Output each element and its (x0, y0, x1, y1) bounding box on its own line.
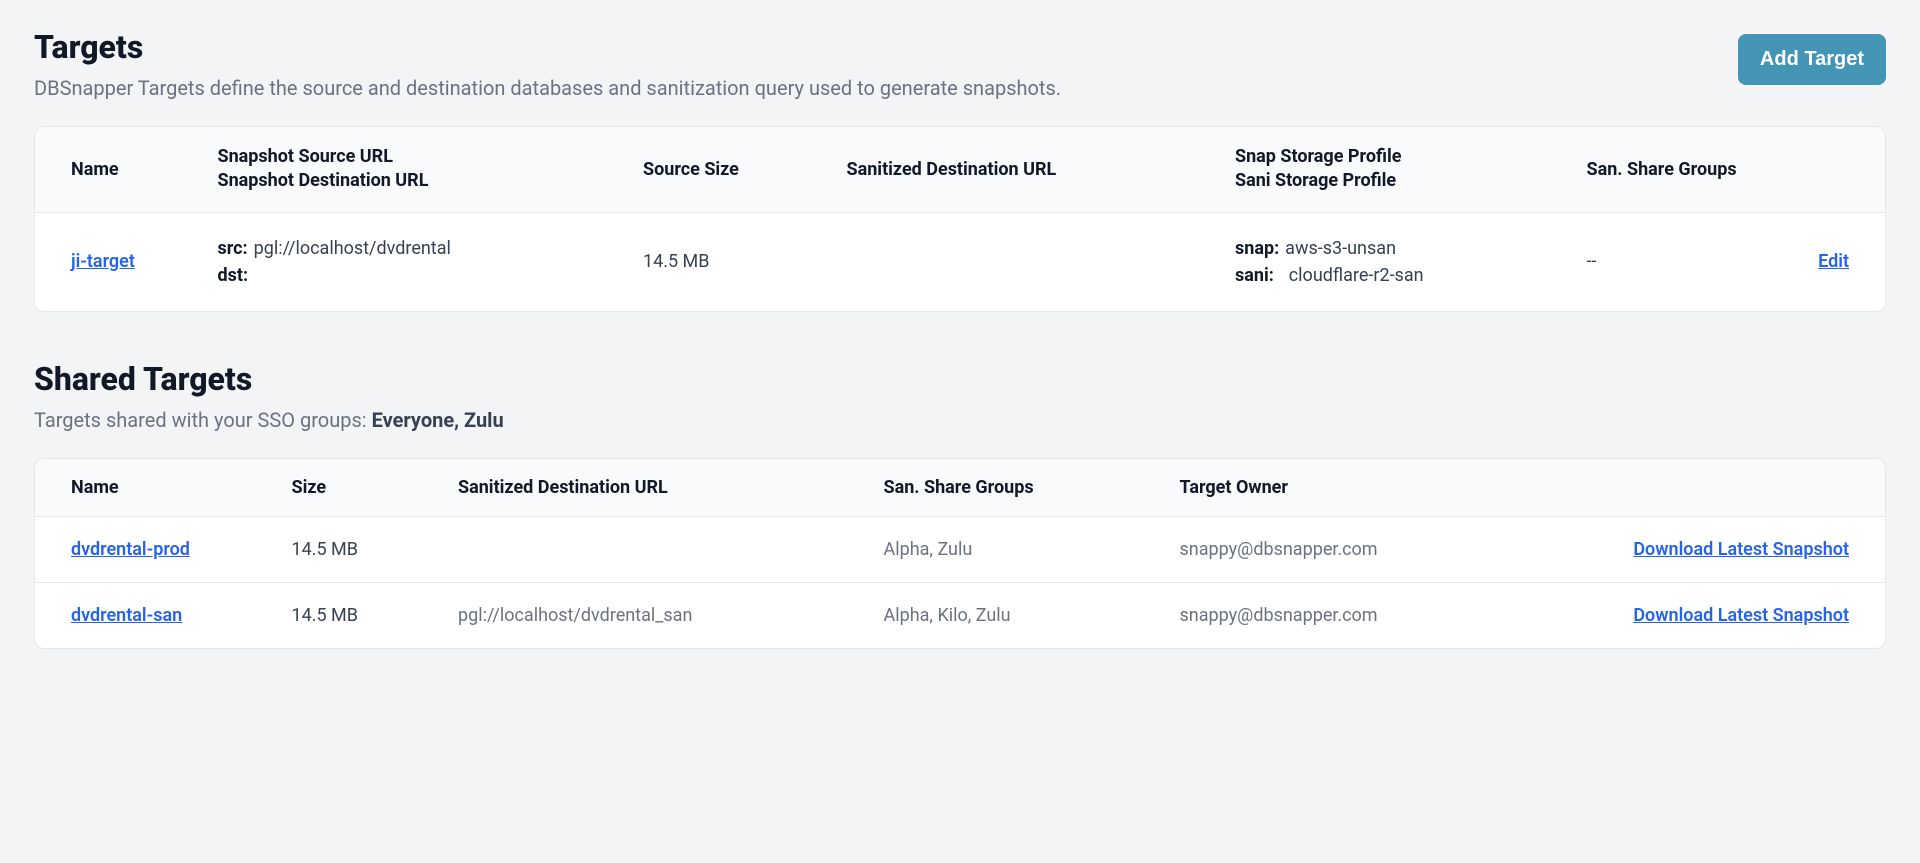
col-source-size: Source Size (627, 127, 831, 212)
src-value: pgl://localhost/dvdrental (254, 238, 451, 259)
col-url-line2: Snapshot Destination URL (218, 169, 612, 193)
targets-subtitle: DBSnapper Targets define the source and … (34, 76, 1061, 100)
target-name-link[interactable]: ji-target (71, 251, 135, 272)
download-snapshot-link[interactable]: Download Latest Snapshot (1633, 539, 1849, 560)
sani-label: sani: (1235, 265, 1274, 286)
shared-share-groups-value: Alpha, Zulu (868, 516, 1164, 582)
table-row: dvdrental-prod 14.5 MB Alpha, Zulu snapp… (35, 516, 1885, 582)
shared-size-value: 14.5 MB (276, 516, 443, 582)
shared-share-groups-value: Alpha, Kilo, Zulu (868, 582, 1164, 648)
snap-label: snap: (1235, 238, 1279, 259)
shared-targets-header: Shared Targets Targets shared with your … (34, 360, 1886, 432)
shared-col-owner: Target Owner (1164, 459, 1571, 517)
shared-subtitle-groups: Everyone, Zulu (372, 408, 504, 432)
sani-value: cloudflare-r2-san (1289, 265, 1424, 286)
col-storage-line1: Snap Storage Profile (1235, 145, 1555, 169)
source-size-value: 14.5 MB (627, 212, 831, 311)
dst-label: dst: (218, 265, 249, 286)
col-url: Snapshot Source URL Snapshot Destination… (202, 127, 628, 212)
shared-targets-table: Name Size Sanitized Destination URL San.… (35, 459, 1885, 648)
shared-owner-value: snappy@dbsnapper.com (1164, 582, 1571, 648)
targets-table-card: Name Snapshot Source URL Snapshot Destin… (34, 126, 1886, 312)
targets-title: Targets (34, 28, 1061, 66)
col-storage: Snap Storage Profile Sani Storage Profil… (1219, 127, 1571, 212)
shared-col-size: Size (276, 459, 443, 517)
targets-table-header-row: Name Snapshot Source URL Snapshot Destin… (35, 127, 1885, 212)
shared-targets-subtitle: Targets shared with your SSO groups: Eve… (34, 408, 504, 432)
download-snapshot-link[interactable]: Download Latest Snapshot (1633, 605, 1849, 626)
shared-san-dest-url-value: pgl://localhost/dvdrental_san (442, 582, 868, 648)
shared-col-actions (1571, 459, 1886, 517)
shared-owner-value: snappy@dbsnapper.com (1164, 516, 1571, 582)
shared-size-value: 14.5 MB (276, 582, 443, 648)
shared-col-name: Name (35, 459, 276, 517)
table-row: ji-target src:pgl://localhost/dvdrental … (35, 212, 1885, 311)
shared-san-dest-url-value (442, 516, 868, 582)
add-target-button[interactable]: Add Target (1738, 34, 1886, 85)
table-row: dvdrental-san 14.5 MB pgl://localhost/dv… (35, 582, 1885, 648)
col-name: Name (35, 127, 202, 212)
col-actions (1793, 127, 1886, 212)
col-san-dest-url: Sanitized Destination URL (831, 127, 1220, 212)
src-label: src: (218, 238, 248, 259)
shared-target-name-link[interactable]: dvdrental-prod (71, 539, 190, 560)
shared-col-san-dest-url: Sanitized Destination URL (442, 459, 868, 517)
targets-header: Targets DBSnapper Targets define the sou… (34, 28, 1886, 100)
col-share-groups: San. Share Groups (1571, 127, 1793, 212)
shared-table-header-row: Name Size Sanitized Destination URL San.… (35, 459, 1885, 517)
col-url-line1: Snapshot Source URL (218, 145, 612, 169)
shared-target-name-link[interactable]: dvdrental-san (71, 605, 182, 626)
col-storage-line2: Sani Storage Profile (1235, 169, 1555, 193)
edit-link[interactable]: Edit (1818, 251, 1849, 272)
shared-col-share-groups: San. Share Groups (868, 459, 1164, 517)
shared-subtitle-prefix: Targets shared with your SSO groups: (34, 408, 372, 432)
targets-table: Name Snapshot Source URL Snapshot Destin… (35, 127, 1885, 311)
share-groups-value: -- (1571, 212, 1793, 311)
shared-targets-title: Shared Targets (34, 360, 504, 398)
shared-targets-table-card: Name Size Sanitized Destination URL San.… (34, 458, 1886, 649)
snap-value: aws-s3-unsan (1285, 238, 1396, 259)
san-dest-url-value (831, 212, 1220, 311)
